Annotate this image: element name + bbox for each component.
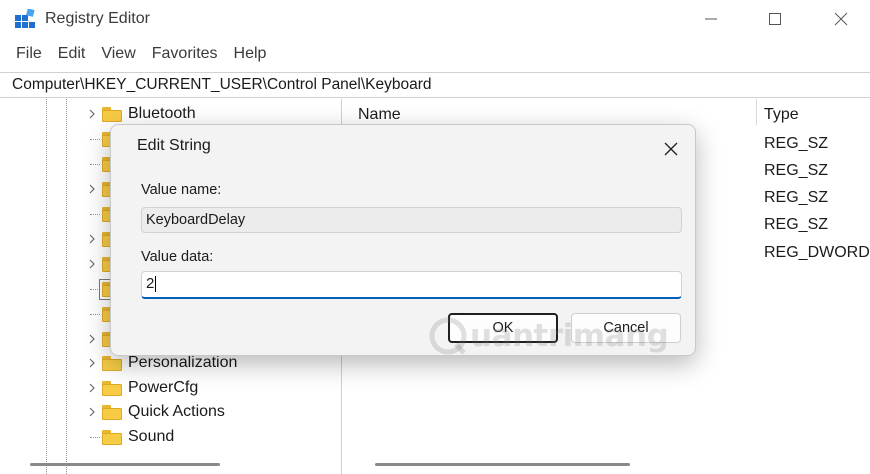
value-name-field: KeyboardDelay xyxy=(141,207,682,233)
tree-connector xyxy=(84,202,100,226)
dialog-title: Edit String xyxy=(137,137,211,154)
title-bar: Registry Editor xyxy=(0,0,870,38)
chevron-right-icon[interactable] xyxy=(84,102,100,126)
close-icon xyxy=(664,142,678,156)
type-cell: REG_SZ xyxy=(764,216,829,233)
menu-file[interactable]: File xyxy=(0,40,50,68)
chevron-right-icon[interactable] xyxy=(84,252,100,276)
tree-item[interactable]: Bluetooth xyxy=(84,102,196,126)
minimize-button[interactable] xyxy=(688,0,734,38)
close-window-button[interactable] xyxy=(818,0,864,38)
tree-item[interactable]: Quick Actions xyxy=(84,400,225,424)
tree-item[interactable]: Sound xyxy=(84,425,174,449)
folder-icon xyxy=(102,106,122,122)
menu-edit[interactable]: Edit xyxy=(50,40,94,68)
maximize-button[interactable] xyxy=(752,0,798,38)
tree-item-label: Personalization xyxy=(128,354,238,371)
menu-bar: File Edit View Favorites Help xyxy=(0,40,274,68)
menu-view[interactable]: View xyxy=(93,40,143,68)
tree-connector xyxy=(84,277,100,301)
tree-guide-line xyxy=(46,99,47,474)
menu-favorites[interactable]: Favorites xyxy=(144,40,226,68)
value-data-label: Value data: xyxy=(141,249,214,265)
value-name-label: Value name: xyxy=(141,182,222,198)
tree-item-label: Quick Actions xyxy=(128,403,225,420)
menu-help[interactable]: Help xyxy=(226,40,275,68)
chevron-right-icon[interactable] xyxy=(84,177,100,201)
edit-string-dialog: Edit String Value name: KeyboardDelay Va… xyxy=(110,124,696,356)
chevron-right-icon[interactable] xyxy=(84,327,100,351)
text-caret xyxy=(155,276,157,293)
tree-connector xyxy=(84,425,100,449)
value-name-text: KeyboardDelay xyxy=(146,212,246,228)
chevron-right-icon[interactable] xyxy=(84,227,100,251)
type-cell: REG_SZ xyxy=(764,135,829,152)
folder-icon xyxy=(102,380,122,396)
address-bar[interactable]: Computer\HKEY_CURRENT_USER\Control Panel… xyxy=(0,72,870,98)
cancel-button[interactable]: Cancel xyxy=(571,313,681,343)
ok-button[interactable]: OK xyxy=(448,313,558,343)
dialog-close-button[interactable] xyxy=(657,135,685,163)
folder-icon xyxy=(102,404,122,420)
tree-item[interactable]: PowerCfg xyxy=(84,376,198,400)
folder-icon xyxy=(102,429,122,445)
column-divider[interactable] xyxy=(756,99,757,125)
type-cell: REG_DWORD xyxy=(764,244,870,261)
window-title: Registry Editor xyxy=(45,10,150,27)
tree-horizontal-scrollbar[interactable] xyxy=(30,463,220,466)
maximize-icon xyxy=(769,13,781,25)
chevron-right-icon[interactable] xyxy=(84,351,100,375)
column-header-type[interactable]: Type xyxy=(764,99,799,129)
tree-connector xyxy=(84,302,100,326)
registry-icon xyxy=(15,9,35,28)
chevron-right-icon[interactable] xyxy=(84,400,100,424)
list-horizontal-scrollbar[interactable] xyxy=(375,463,630,466)
close-icon xyxy=(834,12,848,26)
type-cell: REG_SZ xyxy=(764,162,829,179)
type-cell: REG_SZ xyxy=(764,189,829,206)
value-data-text: 2 xyxy=(146,275,155,292)
value-data-input[interactable]: 2 xyxy=(141,271,682,299)
folder-icon xyxy=(102,355,122,371)
tree-connector xyxy=(84,127,100,151)
minimize-icon xyxy=(705,18,717,20)
tree-guide-line xyxy=(66,99,67,474)
tree-connector xyxy=(84,152,100,176)
tree-item-label: Bluetooth xyxy=(128,105,196,122)
tree-item-label: PowerCfg xyxy=(128,379,199,396)
tree-item-label: Sound xyxy=(128,428,175,445)
chevron-right-icon[interactable] xyxy=(84,376,100,400)
